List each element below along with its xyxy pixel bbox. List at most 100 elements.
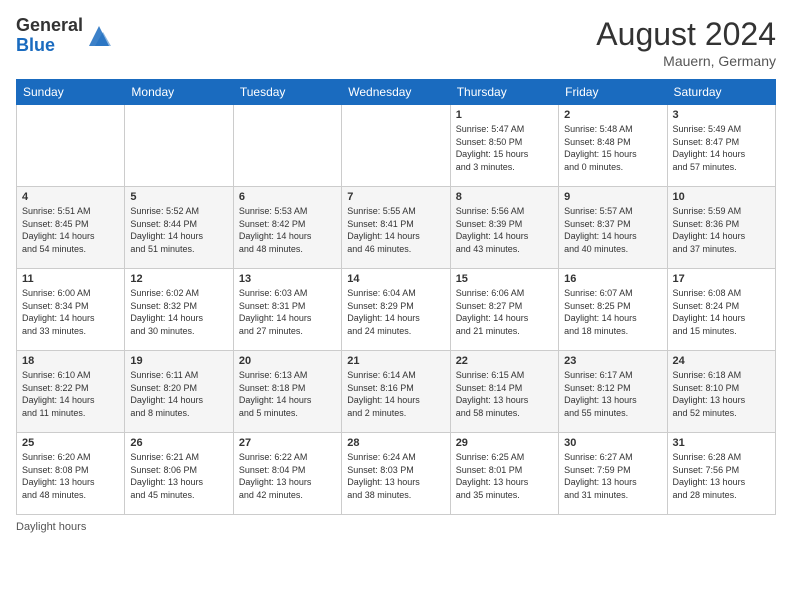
calendar-cell: 19 Sunrise: 6:11 AM Sunset: 8:20 PM Dayli… xyxy=(125,351,233,433)
day-number: 17 xyxy=(673,273,770,285)
day-info: Sunrise: 6:11 AM Sunset: 8:20 PM Dayligh… xyxy=(130,369,227,419)
day-number: 19 xyxy=(130,355,227,367)
day-info: Sunrise: 6:03 AM Sunset: 8:31 PM Dayligh… xyxy=(239,287,336,337)
calendar-cell: 13 Sunrise: 6:03 AM Sunset: 8:31 PM Dayli… xyxy=(233,269,341,351)
calendar-cell: 18 Sunrise: 6:10 AM Sunset: 8:22 PM Dayli… xyxy=(17,351,125,433)
calendar-cell: 9 Sunrise: 5:57 AM Sunset: 8:37 PM Daylig… xyxy=(559,187,667,269)
day-info: Sunrise: 6:06 AM Sunset: 8:27 PM Dayligh… xyxy=(456,287,553,337)
day-number: 2 xyxy=(564,109,661,121)
calendar-cell: 17 Sunrise: 6:08 AM Sunset: 8:24 PM Dayli… xyxy=(667,269,775,351)
day-info: Sunrise: 5:48 AM Sunset: 8:48 PM Dayligh… xyxy=(564,123,661,173)
day-info: Sunrise: 5:57 AM Sunset: 8:37 PM Dayligh… xyxy=(564,205,661,255)
calendar-cell: 29 Sunrise: 6:25 AM Sunset: 8:01 PM Dayli… xyxy=(450,433,558,515)
day-number: 11 xyxy=(22,273,119,285)
calendar-cell: 21Sunrise: 6:14 AM Sunset: 8:16 PM Dayli… xyxy=(342,351,450,433)
day-number: 9 xyxy=(564,191,661,203)
day-info: Sunrise: 6:15 AM Sunset: 8:14 PM Dayligh… xyxy=(456,369,553,419)
weekday-header: Saturday xyxy=(667,80,775,105)
day-number: 6 xyxy=(239,191,336,203)
day-info: Sunrise: 5:56 AM Sunset: 8:39 PM Dayligh… xyxy=(456,205,553,255)
weekday-header: Monday xyxy=(125,80,233,105)
location: Mauern, Germany xyxy=(596,53,776,69)
calendar-cell: 7Sunrise: 5:55 AM Sunset: 8:41 PM Daylig… xyxy=(342,187,450,269)
calendar-cell: 6Sunrise: 5:53 AM Sunset: 8:42 PM Daylig… xyxy=(233,187,341,269)
page: General Blue August 2024 Mauern, Germany… xyxy=(0,0,792,612)
day-info: Sunrise: 6:18 AM Sunset: 8:10 PM Dayligh… xyxy=(673,369,770,419)
weekday-header: Thursday xyxy=(450,80,558,105)
calendar-week-row: 11 Sunrise: 6:00 AM Sunset: 8:34 PM Dayli… xyxy=(17,269,776,351)
calendar-cell: 14Sunrise: 6:04 AM Sunset: 8:29 PM Dayli… xyxy=(342,269,450,351)
day-number: 31 xyxy=(673,437,770,449)
calendar-cell: 2 Sunrise: 5:48 AM Sunset: 8:48 PM Daylig… xyxy=(559,105,667,187)
day-number: 1 xyxy=(456,109,553,121)
calendar-cell: 10 Sunrise: 5:59 AM Sunset: 8:36 PM Dayli… xyxy=(667,187,775,269)
day-info: Sunrise: 5:52 AM Sunset: 8:44 PM Dayligh… xyxy=(130,205,227,255)
logo-icon xyxy=(85,22,113,50)
day-info: Sunrise: 6:13 AM Sunset: 8:18 PM Dayligh… xyxy=(239,369,336,419)
calendar-cell: 28 Sunrise: 6:24 AM Sunset: 8:03 PM Dayli… xyxy=(342,433,450,515)
calendar-cell xyxy=(342,105,450,187)
day-number: 20 xyxy=(239,355,336,367)
day-info: Sunrise: 5:55 AM Sunset: 8:41 PM Dayligh… xyxy=(347,205,444,255)
day-number: 4 xyxy=(22,191,119,203)
day-number: 15 xyxy=(456,273,553,285)
day-number: 30 xyxy=(564,437,661,449)
calendar-cell xyxy=(17,105,125,187)
title-block: August 2024 Mauern, Germany xyxy=(596,16,776,69)
day-number: 22 xyxy=(456,355,553,367)
day-number: 8 xyxy=(456,191,553,203)
day-number: 25 xyxy=(22,437,119,449)
day-info: Sunrise: 6:28 AM Sunset: 7:56 PM Dayligh… xyxy=(673,451,770,501)
weekday-header: Tuesday xyxy=(233,80,341,105)
day-number: 13 xyxy=(239,273,336,285)
weekday-header: Sunday xyxy=(17,80,125,105)
calendar-cell: 3Sunrise: 5:49 AM Sunset: 8:47 PM Daylig… xyxy=(667,105,775,187)
calendar-week-row: 18 Sunrise: 6:10 AM Sunset: 8:22 PM Dayli… xyxy=(17,351,776,433)
calendar-cell: 8 Sunrise: 5:56 AM Sunset: 8:39 PM Daylig… xyxy=(450,187,558,269)
day-number: 28 xyxy=(347,437,444,449)
day-number: 3 xyxy=(673,109,770,121)
calendar-cell: 16Sunrise: 6:07 AM Sunset: 8:25 PM Dayli… xyxy=(559,269,667,351)
calendar-cell: 11 Sunrise: 6:00 AM Sunset: 8:34 PM Dayli… xyxy=(17,269,125,351)
day-info: Sunrise: 6:10 AM Sunset: 8:22 PM Dayligh… xyxy=(22,369,119,419)
day-number: 5 xyxy=(130,191,227,203)
day-info: Sunrise: 5:51 AM Sunset: 8:45 PM Dayligh… xyxy=(22,205,119,255)
calendar-cell: 22 Sunrise: 6:15 AM Sunset: 8:14 PM Dayli… xyxy=(450,351,558,433)
day-info: Sunrise: 5:59 AM Sunset: 8:36 PM Dayligh… xyxy=(673,205,770,255)
calendar-week-row: 4 Sunrise: 5:51 AM Sunset: 8:45 PM Daylig… xyxy=(17,187,776,269)
logo-blue-text: Blue xyxy=(16,35,55,55)
weekday-header: Wednesday xyxy=(342,80,450,105)
calendar-cell: 12Sunrise: 6:02 AM Sunset: 8:32 PM Dayli… xyxy=(125,269,233,351)
day-info: Sunrise: 6:08 AM Sunset: 8:24 PM Dayligh… xyxy=(673,287,770,337)
logo: General Blue xyxy=(16,16,113,56)
calendar-cell xyxy=(233,105,341,187)
day-info: Sunrise: 6:24 AM Sunset: 8:03 PM Dayligh… xyxy=(347,451,444,501)
calendar-cell xyxy=(125,105,233,187)
day-number: 29 xyxy=(456,437,553,449)
day-info: Sunrise: 6:04 AM Sunset: 8:29 PM Dayligh… xyxy=(347,287,444,337)
calendar-cell: 30 Sunrise: 6:27 AM Sunset: 7:59 PM Dayli… xyxy=(559,433,667,515)
day-number: 16 xyxy=(564,273,661,285)
calendar-cell: 15 Sunrise: 6:06 AM Sunset: 8:27 PM Dayli… xyxy=(450,269,558,351)
footer-label: Daylight hours xyxy=(16,521,86,533)
calendar-cell: 1 Sunrise: 5:47 AM Sunset: 8:50 PM Daylig… xyxy=(450,105,558,187)
calendar-cell: 27Sunrise: 6:22 AM Sunset: 8:04 PM Dayli… xyxy=(233,433,341,515)
day-info: Sunrise: 6:17 AM Sunset: 8:12 PM Dayligh… xyxy=(564,369,661,419)
calendar-cell: 20 Sunrise: 6:13 AM Sunset: 8:18 PM Dayli… xyxy=(233,351,341,433)
calendar-cell: 25Sunrise: 6:20 AM Sunset: 8:08 PM Dayli… xyxy=(17,433,125,515)
day-number: 10 xyxy=(673,191,770,203)
footer: Daylight hours xyxy=(16,521,776,533)
day-number: 26 xyxy=(130,437,227,449)
day-number: 23 xyxy=(564,355,661,367)
day-number: 18 xyxy=(22,355,119,367)
day-number: 24 xyxy=(673,355,770,367)
day-number: 12 xyxy=(130,273,227,285)
day-info: Sunrise: 5:47 AM Sunset: 8:50 PM Dayligh… xyxy=(456,123,553,173)
month-year: August 2024 xyxy=(596,16,776,53)
day-info: Sunrise: 6:00 AM Sunset: 8:34 PM Dayligh… xyxy=(22,287,119,337)
day-info: Sunrise: 6:21 AM Sunset: 8:06 PM Dayligh… xyxy=(130,451,227,501)
header: General Blue August 2024 Mauern, Germany xyxy=(16,16,776,69)
day-info: Sunrise: 6:22 AM Sunset: 8:04 PM Dayligh… xyxy=(239,451,336,501)
day-info: Sunrise: 6:25 AM Sunset: 8:01 PM Dayligh… xyxy=(456,451,553,501)
day-info: Sunrise: 6:27 AM Sunset: 7:59 PM Dayligh… xyxy=(564,451,661,501)
